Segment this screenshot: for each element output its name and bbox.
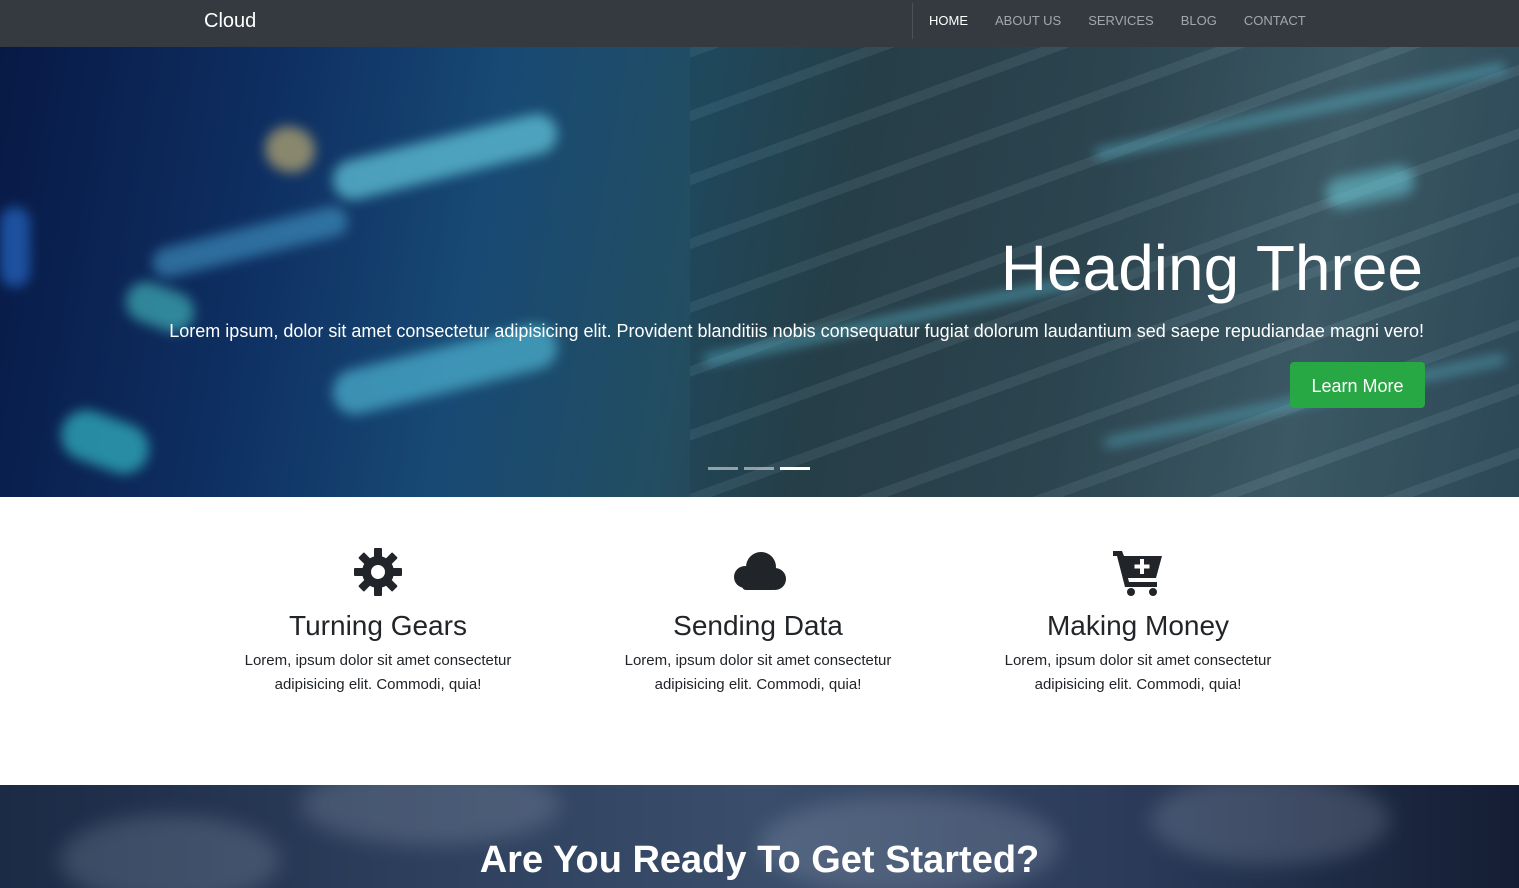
- nav-item-about-us[interactable]: ABOUT US: [995, 13, 1061, 29]
- hero-carousel: Heading Three Lorem ipsum, dolor sit ame…: [0, 47, 1519, 497]
- cta-heading: Are You Ready To Get Started?: [479, 839, 1040, 881]
- nav-item-contact[interactable]: CONTACT: [1244, 13, 1306, 29]
- feature-title: Making Money: [1046, 610, 1230, 641]
- carousel-indicator-1[interactable]: [708, 467, 738, 470]
- cta-section: Are You Ready To Get Started?: [0, 785, 1519, 888]
- feature-title: Turning Gears: [289, 610, 467, 641]
- carousel-indicator-2[interactable]: [744, 467, 774, 470]
- carousel-indicators: [708, 467, 816, 470]
- brand-logo-link[interactable]: Cloud: [204, 9, 256, 33]
- feature-text: Lorem, ipsum dolor sit amet consectetur …: [624, 652, 892, 693]
- cart-plus-icon: [1108, 547, 1168, 601]
- gear-icon: [348, 547, 408, 601]
- feature-text: Lorem, ipsum dolor sit amet consectetur …: [244, 652, 512, 693]
- nav-item-home[interactable]: HOME: [929, 13, 968, 29]
- nav-item-services[interactable]: SERVICES: [1088, 13, 1154, 29]
- feature-title: Sending Data: [673, 610, 843, 641]
- cloud-icon: [728, 547, 788, 601]
- carousel-indicator-3[interactable]: [780, 467, 810, 470]
- nav-item-blog[interactable]: BLOG: [1181, 13, 1217, 29]
- nav-divider: [912, 3, 913, 39]
- learn-more-button[interactable]: Learn More: [1290, 362, 1425, 408]
- hero-heading: Heading Three: [1000, 232, 1423, 304]
- features-section: Turning Gears Lorem, ipsum dolor sit ame…: [0, 497, 1519, 785]
- feature-text: Lorem, ipsum dolor sit amet consectetur …: [1004, 652, 1272, 693]
- hero-text: Lorem ipsum, dolor sit amet consectetur …: [169, 321, 1424, 341]
- nav-menu: HOME ABOUT US SERVICES BLOG CONTACT: [929, 13, 1333, 29]
- navbar: Cloud HOME ABOUT US SERVICES BLOG CONTAC…: [0, 0, 1519, 47]
